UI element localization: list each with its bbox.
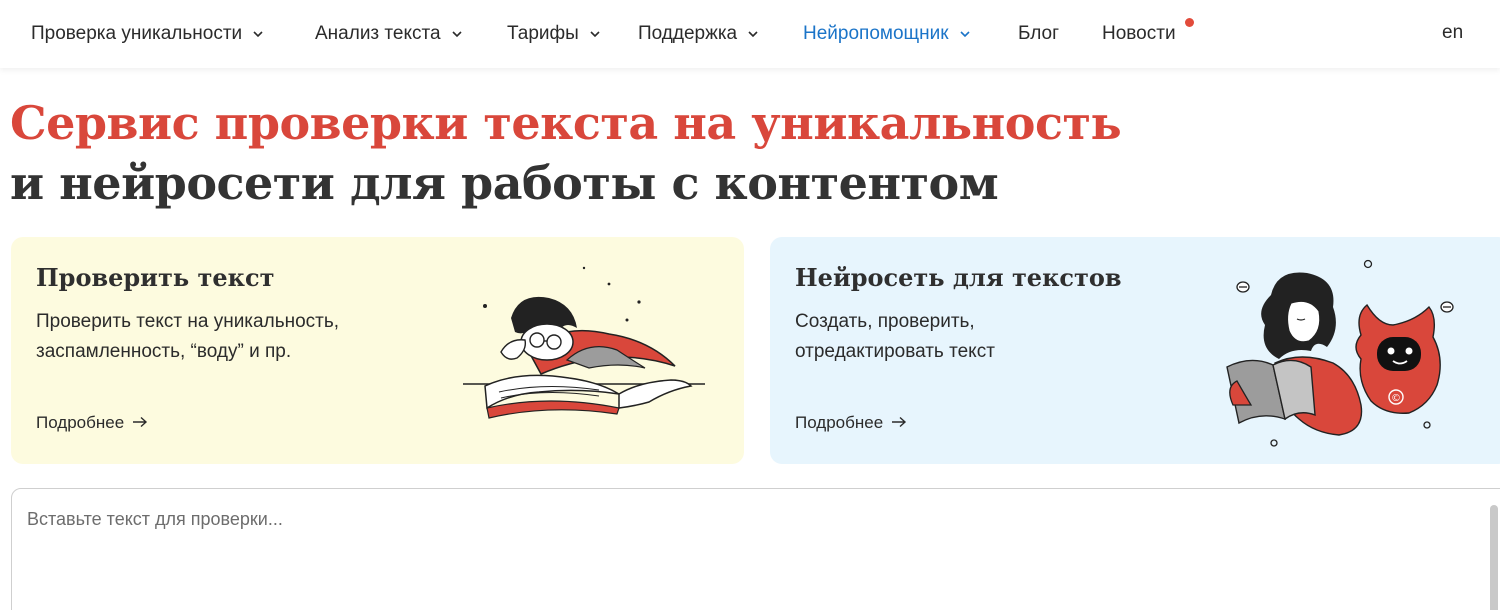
nav-item-pricing[interactable]: Тарифы [507, 22, 601, 46]
reader-with-glasses-icon [463, 266, 705, 419]
text-check-input-box [11, 488, 1500, 610]
nav-item-label: Блог [1018, 23, 1060, 44]
top-navigation: Проверка уникальности Анализ текста Тари… [0, 0, 1500, 68]
nav-item-label: Тарифы [507, 23, 579, 44]
news-badge-dot [1185, 18, 1194, 27]
card-title: Нейросеть для текстов [795, 263, 1122, 292]
chevron-down-icon [451, 28, 463, 40]
woman-with-robot-icon: © [1226, 259, 1454, 447]
card-more-link[interactable]: Подробнее [36, 413, 148, 433]
nav-item-label: Анализ текста [315, 23, 441, 44]
nav-item-uniqueness-check[interactable]: Проверка уникальности [31, 22, 264, 46]
arrow-right-icon [132, 413, 148, 433]
card-more-label: Подробнее [36, 413, 125, 432]
nav-item-label: Проверка уникальности [31, 23, 243, 44]
nav-item-label: Нейропомощник [803, 23, 949, 44]
textarea-scrollbar[interactable] [1490, 505, 1498, 610]
arrow-right-icon [891, 413, 907, 433]
chevron-down-icon [747, 28, 759, 40]
card-more-label: Подробнее [795, 413, 884, 432]
svg-text:©: © [1391, 393, 1401, 404]
nav-item-label: Новости [1102, 23, 1176, 44]
hero-title-line-2: и нейросети для работы с контентом [10, 156, 999, 210]
card-check-text[interactable]: Проверить текст Проверить текст на уника… [11, 237, 744, 464]
card-description-line: заспамленность, “воду” и пр. [36, 341, 292, 362]
card-description-line: Создать, проверить, [795, 311, 975, 332]
nav-item-news[interactable]: Новости [1102, 22, 1176, 46]
nav-item-support[interactable]: Поддержка [638, 22, 759, 46]
card-description-line: Проверить текст на уникальность, [36, 311, 340, 332]
hero-title-line-1: Сервис проверки текста на уникальность [10, 96, 1122, 150]
language-switch[interactable]: en [1442, 22, 1463, 44]
card-more-link[interactable]: Подробнее [795, 413, 907, 433]
card-title: Проверить текст [36, 263, 275, 292]
nav-item-blog[interactable]: Блог [1018, 22, 1059, 46]
chevron-down-icon [959, 28, 971, 40]
chevron-down-icon [589, 28, 601, 40]
card-description: Проверить текст на уникальность, заспамл… [36, 307, 339, 367]
nav-item-label: Поддержка [638, 23, 738, 44]
card-neural-network[interactable]: Нейросеть для текстов Создать, проверить… [770, 237, 1500, 464]
nav-item-neuro-assistant[interactable]: Нейропомощник [803, 22, 971, 46]
chevron-down-icon [252, 28, 264, 40]
text-check-input[interactable] [12, 489, 1500, 610]
card-description-line: отредактировать текст [795, 341, 995, 362]
card-description: Создать, проверить, отредактировать текс… [795, 307, 995, 367]
nav-item-text-analysis[interactable]: Анализ текста [315, 22, 463, 46]
